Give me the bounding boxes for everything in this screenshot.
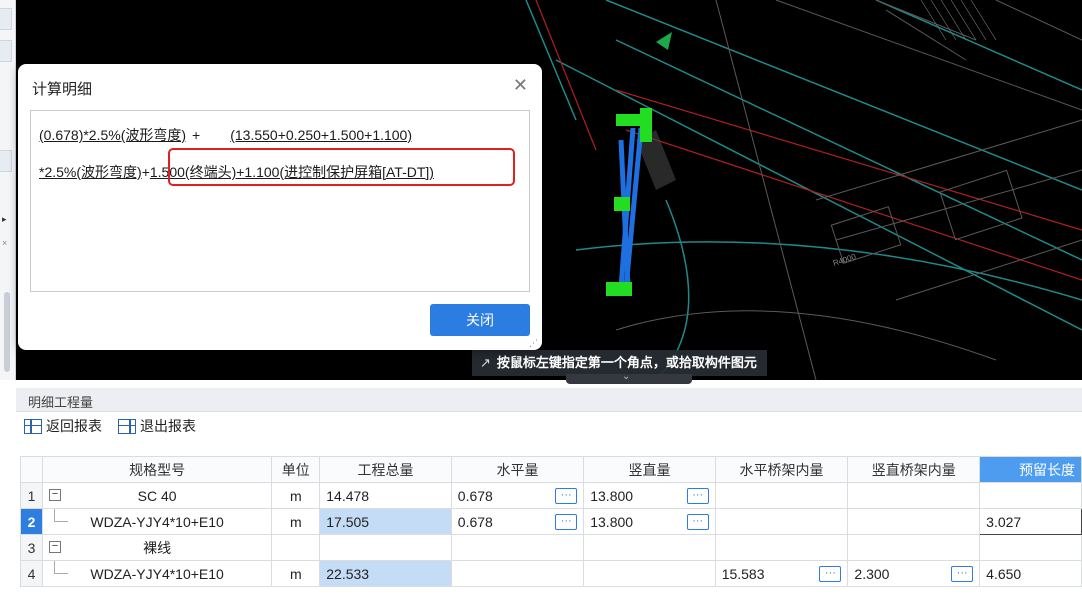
formula-plus: + [192,127,201,143]
side-scrollbar[interactable] [4,292,10,372]
formula-text-area[interactable]: (0.678)*2.5%(波形弯度) + (13.550+0.250+1.500+1… [30,110,530,292]
unit-cell[interactable]: m [271,482,321,509]
resize-grip-icon[interactable]: ⋰ [529,339,538,348]
column-header[interactable]: 水平量 [450,456,585,483]
unit-cell[interactable] [271,534,321,561]
command-hint: ↗ 按鼠标左键指定第一个角点，或拾取构件图元 [472,350,767,376]
total-cell[interactable] [319,534,452,561]
table-back-icon [24,418,42,434]
panel-collapse-handle[interactable]: ⌄ [566,371,692,384]
ellipsis-button[interactable]: ··· [819,566,842,582]
exit-report-label: 退出报表 [140,418,196,434]
reserve-cell[interactable] [979,482,1082,509]
collapse-icon[interactable]: − [48,489,61,501]
panel-toolbar: 返回报表 退出报表 [16,412,196,440]
table-exit-icon [118,418,136,434]
spec-cell[interactable]: − 裸线 [41,534,273,561]
close-icon[interactable]: ✕ [513,76,528,94]
detail-quantity-panel: 明细工程量 返回报表 退出报表 规格型号 单位 工程总量 水平量 竖直量 水平桥… [0,388,1082,603]
spec-cell[interactable]: − SC 40 [41,482,273,509]
side-tab[interactable] [0,150,12,172]
spec-cell[interactable]: WDZA-YJY4*10+E10 [41,560,273,587]
h-tray-cell[interactable] [714,508,849,535]
ellipsis-button[interactable]: ··· [686,488,709,504]
reserve-cell[interactable] [979,534,1082,561]
horizontal-cell[interactable]: 0.678 ··· [450,482,585,509]
left-side-strip: ▸ × [0,0,16,380]
column-header-active[interactable]: 预留长度 [979,456,1082,483]
pick-cursor-icon: ↗ [480,355,491,370]
table-row[interactable]: 3 − 裸线 [20,534,1082,561]
exit-report-button[interactable]: 退出报表 [118,416,196,436]
table-row-selected[interactable]: 2 WDZA-YJY4*10+E10 m 17.505 0.678 ··· 13.… [20,508,1082,535]
unit-cell[interactable]: m [271,508,321,535]
ellipsis-button[interactable]: ··· [555,488,578,504]
vertical-cell[interactable] [583,534,716,561]
close-button[interactable]: 关闭 [430,304,530,336]
tree-connector [53,509,68,522]
close-icon[interactable]: × [2,238,7,248]
formula-segment: (13.550+0.250+1.500+1.100) [230,127,413,143]
horizontal-cell[interactable] [450,534,585,561]
collapse-icon[interactable]: − [48,541,61,553]
vertical-cell[interactable]: 13.800 ··· [583,508,716,535]
total-cell[interactable]: 22.533 [319,560,452,587]
h-tray-cell[interactable]: 15.583 ··· [714,560,849,587]
tree-connector [53,561,68,574]
red-annotation-box [168,148,515,186]
back-report-label: 返回报表 [46,418,102,434]
row-number-header [20,456,43,483]
column-header[interactable]: 工程总量 [319,456,452,483]
cad-label: R4000 [832,252,858,268]
side-tab[interactable] [0,8,12,30]
quantity-table: 规格型号 单位 工程总量 水平量 竖直量 水平桥架内量 竖直桥架内量 预留长度 … [20,456,1082,587]
h-tray-cell[interactable] [714,534,849,561]
column-header[interactable]: 竖直量 [583,456,716,483]
row-number[interactable]: 3 [20,534,43,561]
table-row[interactable]: 1 − SC 40 m 14.478 0.678 ··· 13.800 ··· [20,482,1082,509]
spec-cell[interactable]: WDZA-YJY4*10+E10 [41,508,273,535]
caret-right-icon[interactable]: ▸ [2,214,7,225]
side-tab[interactable] [0,40,12,62]
calculation-detail-dialog: 计算明细 ✕ (0.678)*2.5%(波形弯度) + (13.550+0.250+… [18,64,542,350]
dialog-title: 计算明细 [32,81,93,98]
panel-title: 明细工程量 [28,395,94,410]
horizontal-cell[interactable]: 0.678 ··· [450,508,585,535]
formula-segment: *2.5%(波形弯度) [39,164,142,180]
horizontal-cell[interactable] [450,560,585,587]
back-report-button[interactable]: 返回报表 [24,416,102,436]
ellipsis-button[interactable]: ··· [951,566,974,582]
h-tray-cell[interactable] [714,482,849,509]
ellipsis-button[interactable]: ··· [686,514,709,530]
v-tray-cell[interactable] [847,482,981,509]
chevron-down-icon: ⌄ [622,371,631,382]
row-number[interactable]: 1 [20,482,43,509]
table-row[interactable]: 4 WDZA-YJY4*10+E10 m 22.533 15.583 ··· 2.… [20,560,1082,587]
column-header[interactable]: 单位 [271,456,321,483]
total-cell[interactable]: 17.505 [319,508,452,535]
ellipsis-button[interactable]: ··· [555,514,578,530]
reserve-cell-editing[interactable]: 3.027 [979,508,1082,535]
table-header-row: 规格型号 单位 工程总量 水平量 竖直量 水平桥架内量 竖直桥架内量 预留长度 [20,456,1082,483]
v-tray-cell[interactable] [847,534,981,561]
column-header[interactable]: 水平桥架内量 [714,456,849,483]
column-header[interactable]: 竖直桥架内量 [847,456,981,483]
row-number[interactable]: 2 [20,508,43,535]
column-header[interactable]: 规格型号 [41,456,273,483]
formula-plus: + [141,164,150,180]
formula-segment: (0.678)*2.5%(波形弯度) [39,127,187,143]
vertical-cell[interactable]: 13.800 ··· [583,482,716,509]
vertical-cell[interactable] [583,560,716,587]
panel-header: 明细工程量 [16,388,1082,412]
total-cell[interactable]: 14.478 [319,482,452,509]
row-number[interactable]: 4 [20,560,43,587]
unit-cell[interactable]: m [271,560,321,587]
v-tray-cell[interactable]: 2.300 ··· [847,560,981,587]
v-tray-cell[interactable] [847,508,981,535]
reserve-cell[interactable]: 4.650 [979,560,1082,587]
